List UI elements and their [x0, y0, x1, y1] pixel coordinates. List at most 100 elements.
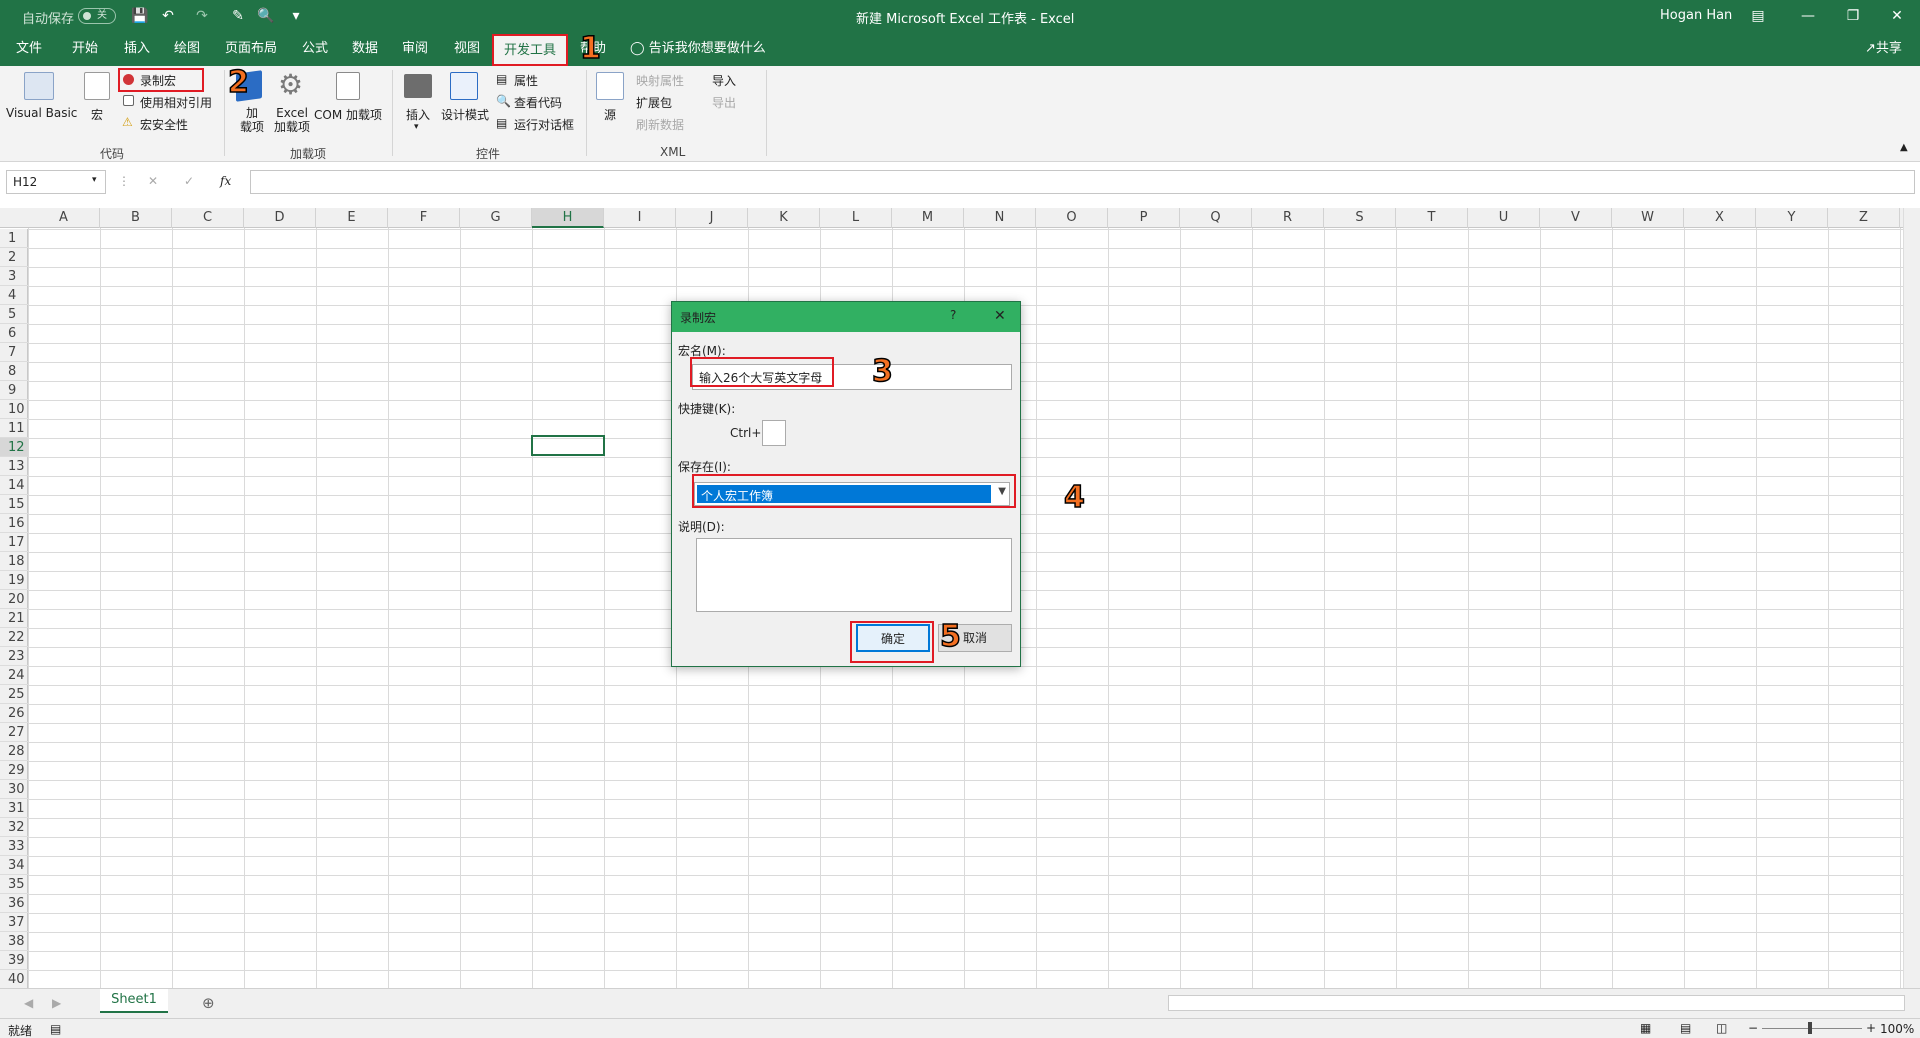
name-box-dropdown-icon[interactable]: ▾: [92, 175, 97, 185]
formula-input[interactable]: [250, 170, 1915, 194]
row-header[interactable]: 13: [0, 457, 28, 476]
tab-home[interactable]: 开始: [72, 32, 98, 66]
store-in-select[interactable]: 个人宏工作簿 ▼: [694, 482, 1010, 506]
record-macro-button[interactable]: 录制宏: [140, 72, 176, 89]
ok-button[interactable]: 确定: [856, 624, 930, 652]
column-header[interactable]: J: [676, 208, 748, 228]
column-header[interactable]: B: [100, 208, 172, 228]
row-header[interactable]: 3: [0, 267, 28, 286]
excel-addins-button[interactable]: Excel 加载项: [274, 106, 310, 134]
column-header[interactable]: Z: [1828, 208, 1900, 228]
tab-draw[interactable]: 绘图: [174, 32, 200, 66]
row-header[interactable]: 8: [0, 362, 28, 381]
restore-icon[interactable]: ❐: [1830, 0, 1876, 32]
row-header[interactable]: 25: [0, 685, 28, 704]
tab-data[interactable]: 数据: [352, 32, 378, 66]
column-header[interactable]: C: [172, 208, 244, 228]
row-header[interactable]: 5: [0, 305, 28, 324]
row-header[interactable]: 36: [0, 894, 28, 913]
cancel-icon[interactable]: ✕: [148, 174, 158, 188]
row-header[interactable]: 21: [0, 609, 28, 628]
page-layout-view-icon[interactable]: ▤: [1680, 1021, 1691, 1035]
expansion-packs-button[interactable]: 扩展包: [636, 94, 672, 111]
column-header[interactable]: W: [1612, 208, 1684, 228]
row-header[interactable]: 12: [0, 438, 28, 457]
macro-security-button[interactable]: 宏安全性: [140, 116, 188, 133]
relative-ref-button[interactable]: 使用相对引用: [140, 94, 212, 111]
row-header[interactable]: 7: [0, 343, 28, 362]
close-window-icon[interactable]: ✕: [1874, 0, 1920, 32]
row-header[interactable]: 18: [0, 552, 28, 571]
collapse-ribbon-icon[interactable]: ▲: [1900, 142, 1908, 153]
autosave-toggle[interactable]: 关: [78, 8, 116, 24]
column-header[interactable]: N: [964, 208, 1036, 228]
vertical-scrollbar[interactable]: [1903, 208, 1920, 990]
row-header[interactable]: 31: [0, 799, 28, 818]
zoom-in-icon[interactable]: +: [1866, 1021, 1876, 1035]
tab-developer[interactable]: 开发工具: [494, 36, 566, 66]
tell-me-search[interactable]: ◯ 告诉我你想要做什么: [630, 32, 766, 66]
row-header[interactable]: 39: [0, 951, 28, 970]
column-header[interactable]: V: [1540, 208, 1612, 228]
column-header[interactable]: T: [1396, 208, 1468, 228]
row-header[interactable]: 27: [0, 723, 28, 742]
column-header[interactable]: P: [1108, 208, 1180, 228]
column-header[interactable]: L: [820, 208, 892, 228]
row-header[interactable]: 23: [0, 647, 28, 666]
insert-control-button[interactable]: 插入: [406, 106, 430, 123]
column-header[interactable]: K: [748, 208, 820, 228]
row-header[interactable]: 40: [0, 970, 28, 989]
visual-basic-button[interactable]: Visual Basic: [6, 106, 77, 120]
row-header[interactable]: 33: [0, 837, 28, 856]
column-header[interactable]: I: [604, 208, 676, 228]
tab-page-layout[interactable]: 页面布局: [225, 32, 277, 66]
undo-icon[interactable]: ↶: [158, 6, 178, 26]
addins-button[interactable]: 加 载项: [240, 106, 264, 134]
run-dialog-button[interactable]: 运行对话框: [514, 116, 574, 133]
shortcut-key-input[interactable]: [762, 420, 786, 446]
row-header[interactable]: 35: [0, 875, 28, 894]
tab-formulas[interactable]: 公式: [302, 32, 328, 66]
add-sheet-icon[interactable]: ⊕: [202, 994, 215, 1012]
row-header[interactable]: 4: [0, 286, 28, 305]
column-header[interactable]: U: [1468, 208, 1540, 228]
normal-view-icon[interactable]: ▦: [1640, 1021, 1651, 1035]
row-header[interactable]: 16: [0, 514, 28, 533]
macros-button[interactable]: 宏: [91, 106, 103, 123]
enter-icon[interactable]: ✓: [184, 174, 194, 188]
row-header[interactable]: 37: [0, 913, 28, 932]
column-header[interactable]: O: [1036, 208, 1108, 228]
row-header[interactable]: 24: [0, 666, 28, 685]
active-cell[interactable]: [531, 435, 605, 456]
tab-insert[interactable]: 插入: [124, 32, 150, 66]
row-header[interactable]: 28: [0, 742, 28, 761]
column-header[interactable]: D: [244, 208, 316, 228]
name-box[interactable]: H12: [6, 170, 106, 194]
share-button[interactable]: ↗共享: [1865, 32, 1902, 66]
row-header[interactable]: 19: [0, 571, 28, 590]
column-header[interactable]: R: [1252, 208, 1324, 228]
tab-view[interactable]: 视图: [454, 32, 480, 66]
page-break-view-icon[interactable]: ◫: [1716, 1021, 1727, 1035]
column-header[interactable]: Y: [1756, 208, 1828, 228]
view-code-button[interactable]: 查看代码: [514, 94, 562, 111]
description-input[interactable]: [696, 538, 1012, 612]
row-header[interactable]: 30: [0, 780, 28, 799]
row-header[interactable]: 17: [0, 533, 28, 552]
row-header[interactable]: 34: [0, 856, 28, 875]
row-header[interactable]: 15: [0, 495, 28, 514]
tab-review[interactable]: 审阅: [402, 32, 428, 66]
column-header[interactable]: F: [388, 208, 460, 228]
zoom-slider[interactable]: [1762, 1028, 1862, 1029]
row-header[interactable]: 22: [0, 628, 28, 647]
customize-qat-icon[interactable]: ▾: [286, 6, 306, 26]
column-header[interactable]: M: [892, 208, 964, 228]
row-header[interactable]: 10: [0, 400, 28, 419]
row-header[interactable]: 11: [0, 419, 28, 438]
import-button[interactable]: 导入: [712, 72, 736, 89]
fx-icon[interactable]: fx: [220, 174, 231, 188]
help-icon[interactable]: ?: [950, 308, 956, 322]
column-header[interactable]: Q: [1180, 208, 1252, 228]
row-header[interactable]: 38: [0, 932, 28, 951]
row-header[interactable]: 26: [0, 704, 28, 723]
